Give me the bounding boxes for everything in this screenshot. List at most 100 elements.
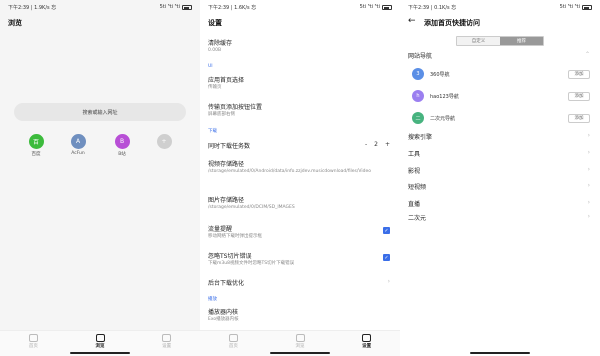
traffic-alert-checkbox[interactable]: ✓ <box>383 227 390 234</box>
setting-concurrent-downloads: 同时下载任务数 <box>208 141 390 150</box>
bilibili-icon: B <box>114 134 130 149</box>
status-time: 下午2:39 | 1.6K/s 忘 <box>208 4 257 11</box>
battery-icon <box>182 4 192 10</box>
category-label: 搜索引擎 <box>408 134 433 141</box>
setting-subtitle: 0.00B <box>208 48 222 53</box>
chevron-right-icon: › <box>587 199 590 206</box>
nav-label: 浏览 <box>295 344 305 349</box>
shortcut-label: 百度 <box>31 152 41 157</box>
setting-title: 后台下载优化 <box>208 280 245 287</box>
home-indicator[interactable] <box>270 352 330 354</box>
section-ui-header: UI <box>208 64 213 69</box>
nav-label: 设置 <box>362 344 372 349</box>
ignore-ts-checkbox[interactable]: ✓ <box>383 254 390 261</box>
decrement-button[interactable]: - <box>365 141 367 148</box>
category-live[interactable]: 直播 › <box>408 199 590 208</box>
status-icons: 5ti ⁵ti ⁵ti <box>560 4 592 10</box>
setting-video-path[interactable]: 视频存储路径 /storage/emulated/0/Android/data/… <box>208 159 390 175</box>
settings-icon <box>162 334 172 342</box>
settings-icon <box>362 334 372 342</box>
setting-player-core[interactable]: 播放器内核 Exo播放器内核 <box>208 307 390 323</box>
setting-title: 流量提醒 <box>208 226 233 233</box>
add-button[interactable]: 添加 <box>568 91 590 101</box>
category-movies[interactable]: 影视 › <box>408 166 590 175</box>
category-label: 短视频 <box>408 184 427 191</box>
setting-subtitle: 下载m3u8视频文件时忽略TS切片下载错误 <box>208 261 295 266</box>
increment-button[interactable]: + <box>385 141 390 148</box>
signal-icon: 5ti ⁵ti ⁵ti <box>359 4 380 10</box>
site-anime-icon: 二 <box>412 112 424 124</box>
category-label: 影视 <box>408 168 421 175</box>
add-shortcut-screen: 下午2:39 | 0.1K/s 忘 5ti ⁵ti ⁵ti ← 添加首页快捷访问… <box>400 0 600 356</box>
add-button[interactable]: 添加 <box>568 113 590 123</box>
battery-icon <box>582 4 592 10</box>
back-arrow-icon[interactable]: ← <box>408 16 416 26</box>
setting-title: 播放器内核 <box>208 309 239 316</box>
list-item: 二 二次元导航 添加 <box>412 111 590 125</box>
category-site-nav[interactable]: 网站导航 ⌃ <box>408 51 590 60</box>
chevron-up-icon: ⌃ <box>584 51 590 58</box>
setting-clear-cache[interactable]: 清除缓存 0.00B <box>208 38 390 54</box>
setting-title: 忽略TS切片错误 <box>208 253 252 260</box>
nav-label: 浏览 <box>95 344 105 349</box>
plus-icon: + <box>156 134 172 149</box>
home-indicator[interactable] <box>70 352 130 354</box>
chevron-right-icon: › <box>587 166 590 173</box>
site-360-icon: 3 <box>412 68 424 80</box>
baidu-icon: 百 <box>28 134 44 149</box>
setting-traffic-alert: 流量提醒 移动网络下载时弹出提示框 <box>208 224 376 240</box>
site-hao123-icon: h <box>412 90 424 102</box>
chevron-right-icon: › <box>587 182 590 189</box>
tab-custom[interactable]: 自定义 <box>457 37 500 45</box>
site-name: 二次元导航 <box>430 115 456 122</box>
category-tools[interactable]: 工具 › <box>408 149 590 158</box>
page-title: 设置 <box>208 19 222 27</box>
setting-title: 传输页添加按钮位置 <box>208 104 263 111</box>
setting-subtitle: /storage/emulated/0/DCIM/SD_IMAGES <box>208 205 295 210</box>
nav-settings[interactable]: 设置 <box>333 331 400 356</box>
home-icon <box>228 334 238 342</box>
setting-subtitle: 传输页 <box>208 85 222 90</box>
search-input[interactable]: 搜索或输入网址 <box>14 103 186 121</box>
category-label: 工具 <box>408 151 421 158</box>
status-time: 下午2:39 | 1.9K/s 忘 <box>8 4 57 11</box>
tab-recommended[interactable]: 推荐 <box>500 37 543 45</box>
add-button[interactable]: 添加 <box>568 69 590 79</box>
page-title: 浏览 <box>8 19 22 27</box>
status-bar: 下午2:39 | 0.1K/s 忘 5ti ⁵ti ⁵ti <box>400 0 600 14</box>
status-bar: 下午2:39 | 1.6K/s 忘 5ti ⁵ti ⁵ti <box>200 0 400 14</box>
setting-subtitle: 屏幕底部右侧 <box>208 112 235 117</box>
section-play-header: 播放 <box>208 297 217 302</box>
setting-app-home[interactable]: 应用首页选择 传输页 <box>208 75 390 91</box>
nav-home[interactable]: 首页 <box>0 331 67 356</box>
setting-transfer-button[interactable]: 传输页添加按钮位置 屏幕底部右侧 <box>208 102 390 118</box>
nav-settings[interactable]: 设置 <box>133 331 200 356</box>
setting-background-optimize[interactable]: 后台下载优化 <box>208 278 390 287</box>
setting-subtitle: Exo播放器内核 <box>208 317 239 322</box>
acfun-icon: A <box>70 134 86 149</box>
chevron-right-icon: › <box>587 149 590 156</box>
setting-title: 同时下载任务数 <box>208 143 251 150</box>
home-icon <box>28 334 38 342</box>
stepper-value: 2 <box>374 141 378 148</box>
segmented-tabs: 自定义 推荐 <box>456 36 544 46</box>
setting-image-path[interactable]: 图片存储路径 /storage/emulated/0/DCIM/SD_IMAGE… <box>208 195 390 211</box>
nav-label: 首页 <box>28 344 38 349</box>
category-short-video[interactable]: 短视频 › <box>408 182 590 191</box>
home-indicator[interactable] <box>470 352 530 354</box>
category-label: 网站导航 <box>408 53 433 60</box>
site-name: 360导航 <box>430 71 450 78</box>
browse-screen: 下午2:39 | 1.9K/s 忘 5ti ⁵ti ⁵ti 浏览 搜索或输入网址… <box>0 0 200 356</box>
status-icons: 5ti ⁵ti ⁵ti <box>360 4 392 10</box>
nav-home[interactable]: 首页 <box>200 331 267 356</box>
shortcut-baidu[interactable]: 百 百度 <box>21 134 51 157</box>
site-name: hao123导航 <box>430 93 459 100</box>
page-title: 添加首页快捷访问 <box>424 19 480 27</box>
category-search-engine[interactable]: 搜索引擎 › <box>408 132 590 141</box>
shortcut-bilibili[interactable]: B B站 <box>107 134 137 157</box>
setting-title: 应用首页选择 <box>208 77 245 84</box>
shortcut-acfun[interactable]: A AcFun <box>63 134 93 156</box>
category-anime[interactable]: 二次元 › <box>408 213 590 222</box>
list-item: h hao123导航 添加 <box>412 89 590 103</box>
add-shortcut-button[interactable]: + <box>149 134 179 149</box>
